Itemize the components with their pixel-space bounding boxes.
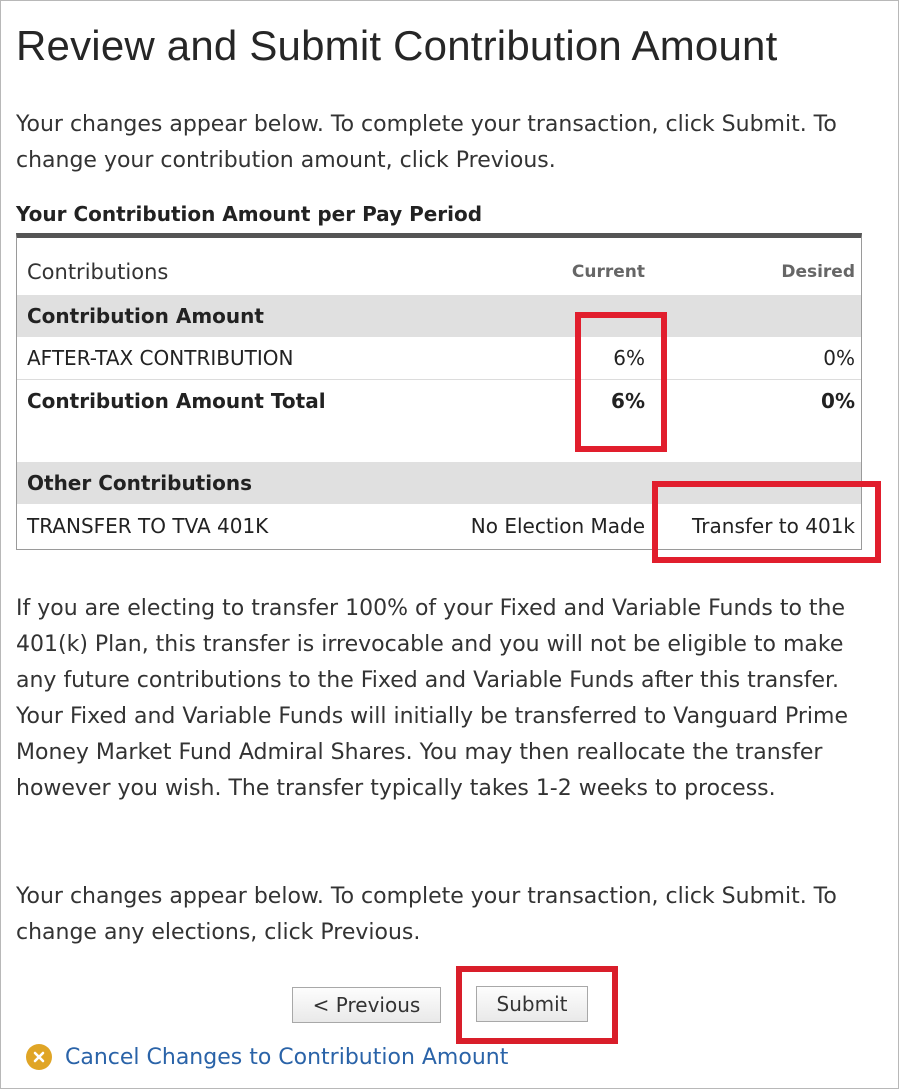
cancel-changes-link[interactable]: Cancel Changes to Contribution Amount — [26, 1044, 508, 1070]
header-desired: Desired — [781, 262, 855, 282]
close-circle-icon — [26, 1044, 52, 1070]
table-row-total: Contribution Amount Total 6% 0% — [17, 380, 861, 422]
row-current: No Election Made — [470, 514, 645, 538]
page-title: Review and Submit Contribution Amount — [16, 22, 778, 69]
cancel-link-label: Cancel Changes to Contribution Amount — [65, 1044, 509, 1070]
submit-button[interactable]: Submit — [476, 986, 588, 1022]
section-title: Contribution Amount — [27, 304, 264, 328]
row-current: 6% — [613, 346, 645, 370]
row-desired: 0% — [823, 346, 855, 370]
header-current: Current — [571, 262, 645, 282]
table-row: AFTER-TAX CONTRIBUTION 6% 0% — [17, 337, 861, 380]
row-desired: Transfer to 401k — [692, 514, 855, 538]
outro-text: Your changes appear below. To complete y… — [16, 884, 837, 945]
transfer-disclaimer: If you are electing to transfer 100% of … — [16, 596, 849, 801]
table-caption: Your Contribution Amount per Pay Period — [16, 202, 483, 226]
section-title: Other Contributions — [27, 471, 252, 495]
table-row: TRANSFER TO TVA 401K No Election Made Tr… — [17, 504, 861, 548]
section-other-contributions: Other Contributions — [17, 462, 861, 504]
row-label: TRANSFER TO TVA 401K — [27, 514, 269, 538]
row-desired: 0% — [821, 389, 855, 413]
row-label: AFTER-TAX CONTRIBUTION — [27, 346, 294, 370]
previous-button[interactable]: < Previous — [292, 987, 441, 1023]
table-header-row: Contributions Current Desired — [17, 249, 861, 295]
section-contribution-amount: Contribution Amount — [17, 295, 861, 337]
intro-text: Your changes appear below. To complete y… — [16, 112, 837, 173]
contribution-table: Contributions Current Desired Contributi… — [16, 233, 862, 550]
row-label: Contribution Amount Total — [27, 389, 326, 413]
header-contributions: Contributions — [27, 260, 169, 284]
row-current: 6% — [611, 389, 645, 413]
